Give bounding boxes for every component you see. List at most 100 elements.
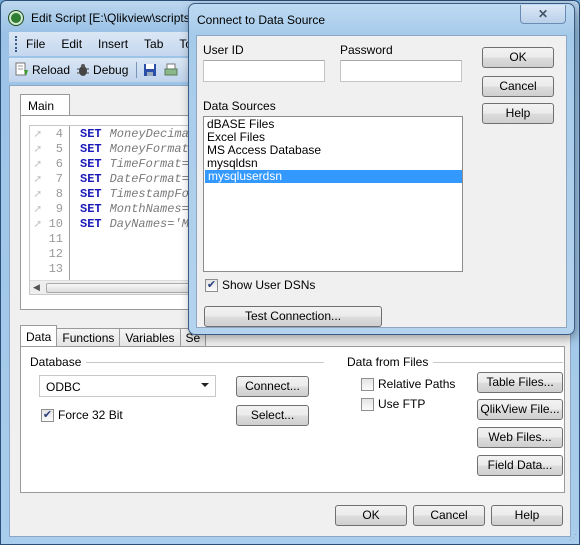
scrollbar-thumb[interactable] [46, 283, 206, 293]
cancel-button[interactable]: Cancel [413, 505, 485, 526]
code-line[interactable] [80, 246, 196, 261]
password-input[interactable] [340, 60, 462, 82]
code-line[interactable]: SET MoneyDecimal [80, 126, 196, 141]
line-number: ➚ 5 [30, 141, 69, 158]
password-label: Password [340, 43, 393, 57]
relative-paths-label: Relative Paths [378, 377, 456, 391]
line-number-text: 5 [55, 141, 63, 156]
data-source-item[interactable]: mysqluserdsn [205, 170, 462, 183]
pin-icon[interactable]: ➚ [34, 202, 41, 217]
menu-tab[interactable]: Tab [144, 37, 163, 51]
line-number: 11 [30, 231, 69, 246]
chevron-down-icon [201, 383, 209, 387]
qlikview-file-button[interactable]: QlikView File... [477, 399, 563, 420]
line-number-text: 11 [48, 231, 63, 246]
database-type-select[interactable]: ODBC [39, 375, 216, 397]
code-line[interactable]: SET MoneyFormat= [80, 141, 196, 156]
line-number-gutter: ➚ 4 ➚ 5 ➚ 6 ➚ 7 ➚ 8 ➚ 9 ➚ 10 11 12 13 [30, 126, 70, 294]
data-sources-label: Data Sources [203, 99, 276, 113]
code-text: MoneyDecimal [109, 126, 197, 141]
print-icon[interactable] [164, 62, 178, 78]
bug-icon [76, 62, 90, 78]
connect-button[interactable]: Connect... [236, 376, 309, 397]
dialog-client-area: User ID Password Data Sources dBASE File… [196, 35, 567, 328]
line-number-text: 13 [48, 261, 63, 276]
code-keyword: SET [80, 141, 102, 156]
scroll-left-arrow-icon[interactable]: ◀ [33, 282, 40, 293]
pin-icon[interactable]: ➚ [34, 217, 41, 232]
show-user-dsns-checkbox[interactable]: ✔ Show User DSNs [205, 278, 315, 292]
dialog-ok-button[interactable]: OK [482, 47, 554, 68]
field-data-button[interactable]: Field Data... [477, 455, 563, 476]
use-ftp-label: Use FTP [378, 397, 426, 411]
force-32-bit-checkbox[interactable]: ✔ Force 32 Bit [41, 408, 123, 422]
data-sources-list[interactable]: dBASE Files Excel Files MS Access Database… [203, 116, 463, 272]
line-number-text: 9 [55, 201, 63, 216]
pin-icon[interactable]: ➚ [34, 157, 41, 172]
pin-icon[interactable]: ➚ [34, 127, 41, 142]
pin-icon[interactable]: ➚ [34, 187, 41, 202]
resize-grip-icon[interactable]: ⋰ [569, 533, 577, 542]
menu-file[interactable]: File [26, 37, 45, 51]
files-group-label: Data from Files [347, 355, 434, 369]
code-line[interactable]: SET TimestampFor [80, 186, 196, 201]
code-text: MoneyFormat= [109, 141, 197, 156]
table-files-button[interactable]: Table Files... [477, 372, 563, 393]
tab-main[interactable]: Main [20, 94, 70, 116]
dialog-title: Connect to Data Source [197, 13, 326, 27]
menu-edit[interactable]: Edit [61, 37, 82, 51]
line-number-text: 6 [55, 156, 63, 171]
tab-functions[interactable]: Functions [56, 328, 121, 347]
code-keyword: SET [80, 216, 102, 231]
code-area[interactable]: SET MoneyDecimal SET MoneyFormat= SET TimeFor… [80, 126, 196, 276]
menubar-grip-handle[interactable] [15, 36, 18, 52]
tab-data[interactable]: Data [20, 325, 58, 347]
line-number-text: 4 [55, 126, 63, 141]
reload-button[interactable]: Reload [15, 62, 70, 78]
ok-button[interactable]: OK [335, 505, 407, 526]
code-text: MonthNames=' [109, 201, 197, 216]
code-keyword: SET [80, 171, 102, 186]
pin-icon[interactable]: ➚ [34, 172, 41, 187]
code-keyword: SET [80, 126, 102, 141]
web-files-button[interactable]: Web Files... [477, 427, 563, 448]
reload-label: Reload [32, 63, 71, 77]
window-title-bar: Edit Script [E:\Qlikview\scripts [9, 8, 190, 28]
dialog-cancel-button[interactable]: Cancel [482, 76, 554, 97]
window-title: Edit Script [E:\Qlikview\scripts [31, 11, 190, 25]
help-button[interactable]: Help [491, 505, 563, 526]
force-32-bit-label: Force 32 Bit [58, 408, 123, 422]
code-keyword: SET [80, 201, 102, 216]
code-text: DayNames='Mo [109, 216, 197, 231]
line-number: ➚ 7 [30, 171, 69, 188]
line-number: ➚ 6 [30, 156, 69, 173]
line-number-text: 10 [48, 216, 63, 231]
select-button[interactable]: Select... [236, 405, 309, 426]
use-ftp-checkbox[interactable]: Use FTP [361, 397, 425, 411]
test-connection-button[interactable]: Test Connection... [204, 306, 382, 327]
line-number: ➚ 8 [30, 186, 69, 203]
connect-to-data-source-dialog: Connect to Data Source ✕ User ID Passwor… [188, 3, 575, 335]
code-text: DateFormat=' [109, 171, 197, 186]
code-line[interactable]: SET DateFormat=' [80, 171, 196, 186]
qlikview-app-icon [9, 11, 23, 25]
menu-insert[interactable]: Insert [98, 37, 128, 51]
user-id-input[interactable] [203, 60, 325, 82]
files-group-divider [423, 362, 563, 363]
code-line[interactable] [80, 231, 196, 246]
code-line[interactable]: SET TimeFormat=' [80, 156, 196, 171]
tab-variables[interactable]: Variables [119, 328, 181, 347]
database-type-value: ODBC [46, 380, 81, 394]
checkbox-unchecked-icon [361, 377, 374, 391]
code-text: TimeFormat=' [109, 156, 197, 171]
code-line[interactable]: SET DayNames='Mo [80, 216, 196, 231]
dialog-help-button[interactable]: Help [482, 103, 554, 124]
dialog-close-button[interactable]: ✕ [520, 5, 566, 24]
relative-paths-checkbox[interactable]: Relative Paths [361, 377, 455, 391]
pin-icon[interactable]: ➚ [34, 142, 41, 157]
save-icon[interactable] [143, 62, 157, 78]
code-line[interactable]: SET MonthNames=' [80, 201, 196, 216]
debug-button[interactable]: Debug [76, 62, 128, 78]
code-line[interactable] [80, 261, 196, 276]
database-group-divider [81, 362, 324, 363]
